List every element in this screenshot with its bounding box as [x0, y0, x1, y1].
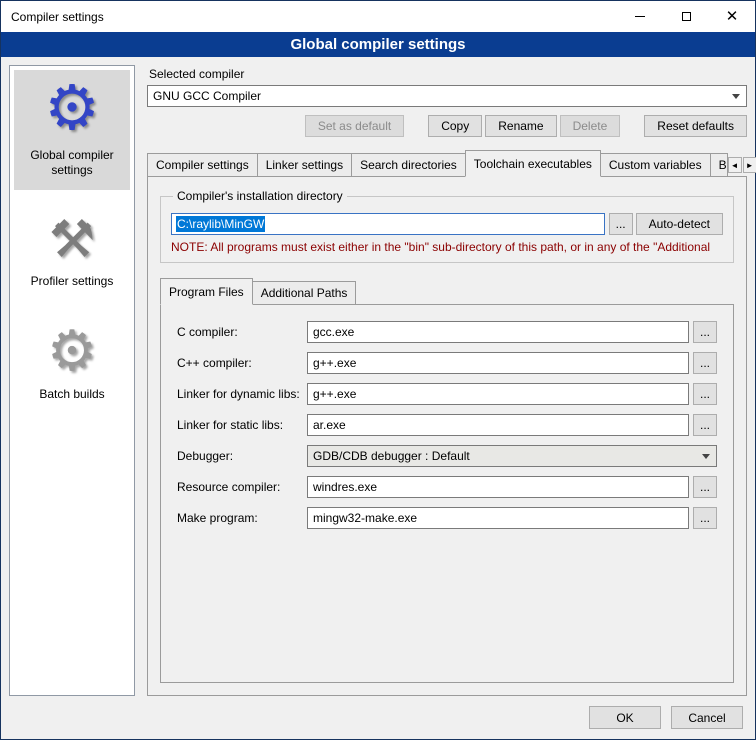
- tab-build-options[interactable]: Build: [710, 153, 728, 176]
- selected-compiler-label: Selected compiler: [149, 67, 747, 81]
- selected-compiler-dropdown[interactable]: GNU GCC Compiler: [147, 85, 747, 107]
- cpp-compiler-browse-button[interactable]: ...: [693, 352, 717, 374]
- make-program-label: Make program:: [177, 511, 307, 525]
- debugger-row: Debugger: GDB/CDB debugger : Default: [177, 445, 717, 467]
- install-dir-browse-button[interactable]: ...: [609, 213, 633, 235]
- program-files-panel: C compiler: ... C++ compiler: ... Linker…: [160, 304, 734, 683]
- profiler-icon: ⚒: [16, 214, 128, 266]
- static-linker-row: Linker for static libs: ...: [177, 414, 717, 436]
- resource-compiler-input[interactable]: [307, 476, 689, 498]
- install-dir-input[interactable]: C:\raylib\MinGW: [171, 213, 605, 235]
- subtab-additional-paths[interactable]: Additional Paths: [252, 281, 357, 304]
- compiler-settings-window: Compiler settings ✕ Global compiler sett…: [0, 0, 756, 740]
- resource-compiler-browse-button[interactable]: ...: [693, 476, 717, 498]
- static-linker-input[interactable]: [307, 414, 689, 436]
- rename-button[interactable]: Rename: [485, 115, 556, 137]
- sidebar-item-global-compiler-settings[interactable]: ⚙ Global compiler settings: [14, 70, 130, 190]
- sidebar-item-label: Batch builds: [16, 387, 128, 402]
- cpp-compiler-input[interactable]: [307, 352, 689, 374]
- dynamic-linker-row: Linker for dynamic libs: ...: [177, 383, 717, 405]
- tab-search-directories[interactable]: Search directories: [351, 153, 466, 176]
- close-button[interactable]: ✕: [709, 1, 755, 32]
- reset-defaults-button[interactable]: Reset defaults: [644, 115, 747, 137]
- c-compiler-label: C compiler:: [177, 325, 307, 339]
- main-panel: Selected compiler GNU GCC Compiler Set a…: [147, 65, 747, 696]
- minimize-button[interactable]: [617, 1, 663, 32]
- bin-subdirectory-note: NOTE: All programs must exist either in …: [171, 240, 723, 254]
- page-title: Global compiler settings: [1, 32, 755, 57]
- make-program-browse-button[interactable]: ...: [693, 507, 717, 529]
- c-compiler-row: C compiler: ...: [177, 321, 717, 343]
- tab-compiler-settings[interactable]: Compiler settings: [147, 153, 258, 176]
- ok-button[interactable]: OK: [589, 706, 661, 729]
- make-program-row: Make program: ...: [177, 507, 717, 529]
- dynamic-linker-input[interactable]: [307, 383, 689, 405]
- set-as-default-button[interactable]: Set as default: [305, 115, 404, 137]
- subtab-program-files[interactable]: Program Files: [160, 278, 253, 305]
- window-title: Compiler settings: [1, 10, 104, 24]
- tab-scroll-left-icon[interactable]: ◄: [728, 157, 742, 173]
- sidebar-item-label: Profiler settings: [16, 274, 128, 289]
- debugger-label: Debugger:: [177, 449, 307, 463]
- install-dir-selected-text: C:\raylib\MinGW: [176, 216, 265, 232]
- cancel-button[interactable]: Cancel: [671, 706, 743, 729]
- dialog-body: ⚙ Global compiler settings ⚒ Profiler se…: [1, 57, 755, 700]
- minimize-icon: [635, 16, 645, 17]
- dynamic-linker-browse-button[interactable]: ...: [693, 383, 717, 405]
- dialog-footer: OK Cancel: [1, 700, 755, 739]
- dynamic-linker-label: Linker for dynamic libs:: [177, 387, 307, 401]
- tab-scroll-right-icon[interactable]: ►: [743, 157, 756, 173]
- maximize-icon: [682, 12, 691, 21]
- toolchain-tab-panel: Compiler's installation directory C:\ray…: [147, 176, 747, 696]
- static-linker-label: Linker for static libs:: [177, 418, 307, 432]
- copy-button[interactable]: Copy: [428, 115, 482, 137]
- cpp-compiler-row: C++ compiler: ...: [177, 352, 717, 374]
- debugger-dropdown[interactable]: GDB/CDB debugger : Default: [307, 445, 717, 467]
- sidebar-item-label: Global compiler settings: [16, 148, 128, 178]
- sidebar-item-profiler-settings[interactable]: ⚒ Profiler settings: [14, 198, 130, 301]
- program-files-subtabbar: Program Files Additional Paths: [160, 277, 734, 304]
- maximize-button[interactable]: [663, 1, 709, 32]
- debugger-value: GDB/CDB debugger : Default: [313, 449, 470, 463]
- resource-compiler-label: Resource compiler:: [177, 480, 307, 494]
- resource-compiler-row: Resource compiler: ...: [177, 476, 717, 498]
- settings-tabbar: Compiler settings Linker settings Search…: [147, 149, 747, 176]
- delete-button[interactable]: Delete: [560, 115, 621, 137]
- tab-toolchain-executables[interactable]: Toolchain executables: [465, 150, 601, 177]
- settings-sidebar: ⚙ Global compiler settings ⚒ Profiler se…: [9, 65, 135, 696]
- c-compiler-browse-button[interactable]: ...: [693, 321, 717, 343]
- tab-scroll-arrows: ◄ ►: [727, 157, 756, 176]
- sidebar-item-batch-builds[interactable]: ⚙ Batch builds: [14, 309, 130, 414]
- installation-directory-legend: Compiler's installation directory: [173, 189, 347, 203]
- installation-directory-row: C:\raylib\MinGW ... Auto-detect: [171, 213, 723, 235]
- compiler-buttons-row: Set as default Copy Rename Delete Reset …: [147, 115, 747, 137]
- titlebar[interactable]: Compiler settings ✕: [1, 1, 755, 32]
- c-compiler-input[interactable]: [307, 321, 689, 343]
- gear-blue-icon: ⚙: [16, 78, 128, 140]
- make-program-input[interactable]: [307, 507, 689, 529]
- gear-gray-icon: ⚙: [16, 323, 128, 379]
- autodetect-button[interactable]: Auto-detect: [636, 213, 723, 235]
- close-icon: ✕: [726, 9, 739, 24]
- chevron-down-icon: [702, 454, 710, 459]
- cpp-compiler-label: C++ compiler:: [177, 356, 307, 370]
- tab-linker-settings[interactable]: Linker settings: [257, 153, 352, 176]
- tab-custom-variables[interactable]: Custom variables: [600, 153, 711, 176]
- static-linker-browse-button[interactable]: ...: [693, 414, 717, 436]
- selected-compiler-value: GNU GCC Compiler: [153, 89, 261, 103]
- installation-directory-groupbox: Compiler's installation directory C:\ray…: [160, 189, 734, 263]
- chevron-down-icon: [732, 94, 740, 99]
